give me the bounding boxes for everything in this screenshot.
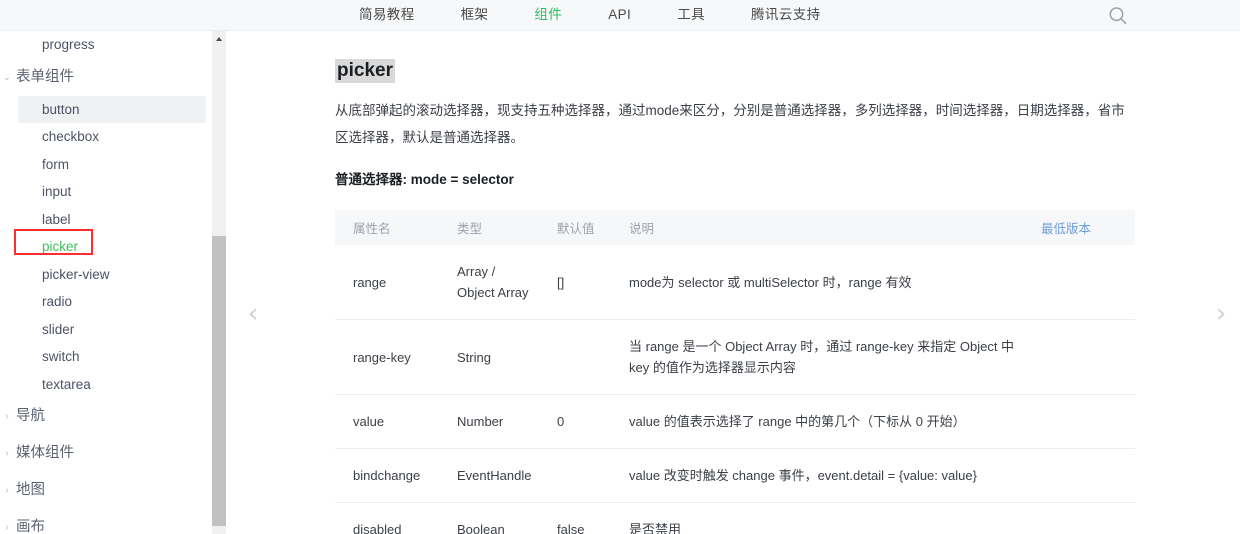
sidebar-item-label[interactable]: label xyxy=(18,206,206,234)
properties-table: 属性名 类型 默认值 说明 最低版本 range Array / Object A… xyxy=(335,210,1135,534)
page-title: picker xyxy=(335,59,395,83)
intro-paragraph: 从底部弹起的滚动选择器，现支持五种选择器，通过mode来区分，分别是普通选择器，… xyxy=(335,103,1125,145)
sidebar-scrollbar-track[interactable] xyxy=(212,31,226,534)
cell-default: false xyxy=(539,502,611,534)
cell-default xyxy=(539,319,611,395)
chevron-right-icon: › xyxy=(5,411,9,422)
cell-default: 0 xyxy=(539,394,611,449)
cell-min-version xyxy=(1031,319,1135,395)
scroll-up-arrow-icon[interactable] xyxy=(212,31,226,48)
cell-min-version xyxy=(1031,502,1135,534)
cell-type: Boolean xyxy=(439,502,539,534)
sidebar-item-progress[interactable]: progress xyxy=(18,31,206,59)
nav-item-2[interactable]: 组件 xyxy=(511,0,585,30)
sidebar-group-14[interactable]: › 媒体组件 xyxy=(0,435,212,472)
sidebar-item-checkbox[interactable]: checkbox xyxy=(18,123,206,151)
sidebar-group-16[interactable]: › 画布 xyxy=(0,509,212,534)
sidebar-item-form[interactable]: form xyxy=(18,151,206,179)
cell-description: mode为 selector 或 multiSelector 时，range 有… xyxy=(611,245,1031,320)
cell-description: 是否禁用 xyxy=(611,502,1031,534)
cell-property-name: range xyxy=(335,245,439,320)
cell-property-name: bindchange xyxy=(335,448,439,503)
sidebar-item-picker-view[interactable]: picker-view xyxy=(18,261,206,289)
sidebar-group-label: 导航 xyxy=(16,408,45,424)
search-icon[interactable] xyxy=(1107,5,1129,27)
cell-default xyxy=(539,448,611,503)
doc-article: picker 从底部弹起的滚动选择器，现支持五种选择器，通过mode来区分，分别… xyxy=(335,31,1145,534)
sidebar-item-picker[interactable]: picker xyxy=(14,229,206,261)
col-header-type: 类型 xyxy=(439,210,539,245)
col-header-description: 说明 xyxy=(611,210,1031,245)
chevron-down-icon: ⌄ xyxy=(2,71,12,83)
chevron-right-icon: › xyxy=(5,448,9,459)
sidebar-item-slider[interactable]: slider xyxy=(18,316,206,344)
nav-item-0[interactable]: 简易教程 xyxy=(336,0,438,30)
nav-item-1[interactable]: 框架 xyxy=(438,0,512,30)
cell-type: Number xyxy=(439,394,539,449)
cell-property-name: range-key xyxy=(335,319,439,395)
table-row: value Number 0 value 的值表示选择了 range 中的第几个（下标… xyxy=(335,394,1135,449)
table-head: 属性名 类型 默认值 说明 最低版本 xyxy=(335,210,1135,245)
table-row: range Array / Object Array[] mode为 selecto… xyxy=(335,245,1135,320)
sidebar-item-switch[interactable]: switch xyxy=(18,343,206,371)
section-subheading: 普通选择器: mode = selector xyxy=(335,172,514,187)
cell-type: String xyxy=(439,319,539,395)
nav-item-4[interactable]: 工具 xyxy=(654,0,728,30)
sidebar-group-13[interactable]: › 导航 xyxy=(0,398,212,435)
cell-min-version xyxy=(1031,394,1135,449)
chevron-right-icon: › xyxy=(5,522,9,533)
cell-property-name: value xyxy=(335,394,439,449)
table-row: bindchange EventHandle value 改变时触发 change … xyxy=(335,448,1135,503)
nav-item-3[interactable]: API xyxy=(585,0,654,30)
cell-type: Array / Object Array xyxy=(439,245,539,320)
cell-min-version xyxy=(1031,245,1135,320)
chevron-right-icon: › xyxy=(5,485,9,496)
col-header-default: 默认值 xyxy=(539,210,611,245)
cell-description: 当 range 是一个 Object Array 时，通过 range-key … xyxy=(611,319,1031,395)
cell-default: [] xyxy=(539,245,611,320)
nav-item-5[interactable]: 腾讯云支持 xyxy=(728,0,844,30)
sidebar-item-button[interactable]: button xyxy=(18,95,206,123)
sidebar-group-label: 画布 xyxy=(16,519,45,534)
col-header-version: 最低版本 xyxy=(1031,210,1135,245)
sidebar-group-label: 媒体组件 xyxy=(16,445,74,461)
sidebar-group-1[interactable]: ⌄ 表单组件 xyxy=(0,59,212,96)
sidebar-item-label: picker xyxy=(42,239,79,254)
sidebar-group-label: 表单组件 xyxy=(16,68,74,85)
table-header-row: 属性名 类型 默认值 说明 最低版本 xyxy=(335,210,1135,245)
cell-description: value 的值表示选择了 range 中的第几个（下标从 0 开始） xyxy=(611,394,1031,449)
sidebar-item-textarea[interactable]: textarea xyxy=(18,371,206,399)
sidebar-list: progress ⌄ 表单组件 button checkbox form input labe… xyxy=(0,31,212,534)
cell-type: EventHandle xyxy=(439,448,539,503)
top-header-bar: 简易教程 框架 组件 API 工具 腾讯云支持 xyxy=(0,0,1240,31)
table-row: disabled Boolean false 是否禁用 xyxy=(335,502,1135,534)
cell-min-version xyxy=(1031,448,1135,503)
sidebar-item-radio[interactable]: radio xyxy=(18,288,206,316)
cell-property-name: disabled xyxy=(335,502,439,534)
chevron-left-icon[interactable]: ‹ xyxy=(240,297,266,331)
chevron-right-icon[interactable]: › xyxy=(1208,297,1234,331)
sidebar-item-input[interactable]: input xyxy=(18,178,206,206)
table-body: range Array / Object Array[] mode为 selecto… xyxy=(335,245,1135,534)
table-row: range-key String 当 range 是一个 Object Array … xyxy=(335,319,1135,395)
top-navigation: 简易教程 框架 组件 API 工具 腾讯云支持 xyxy=(336,0,844,30)
main-content: picker 从底部弹起的滚动选择器，现支持五种选择器，通过mode来区分，分别… xyxy=(226,31,1240,534)
sidebar-scrollbar-thumb[interactable] xyxy=(212,236,226,526)
sidebar-group-label: 地图 xyxy=(16,482,45,498)
sidebar-nav[interactable]: progress ⌄ 表单组件 button checkbox form input labe… xyxy=(0,31,226,534)
cell-description: value 改变时触发 change 事件，event.detail = {va… xyxy=(611,448,1031,503)
col-header-name: 属性名 xyxy=(335,210,439,245)
sidebar-group-15[interactable]: › 地图 xyxy=(0,472,212,509)
